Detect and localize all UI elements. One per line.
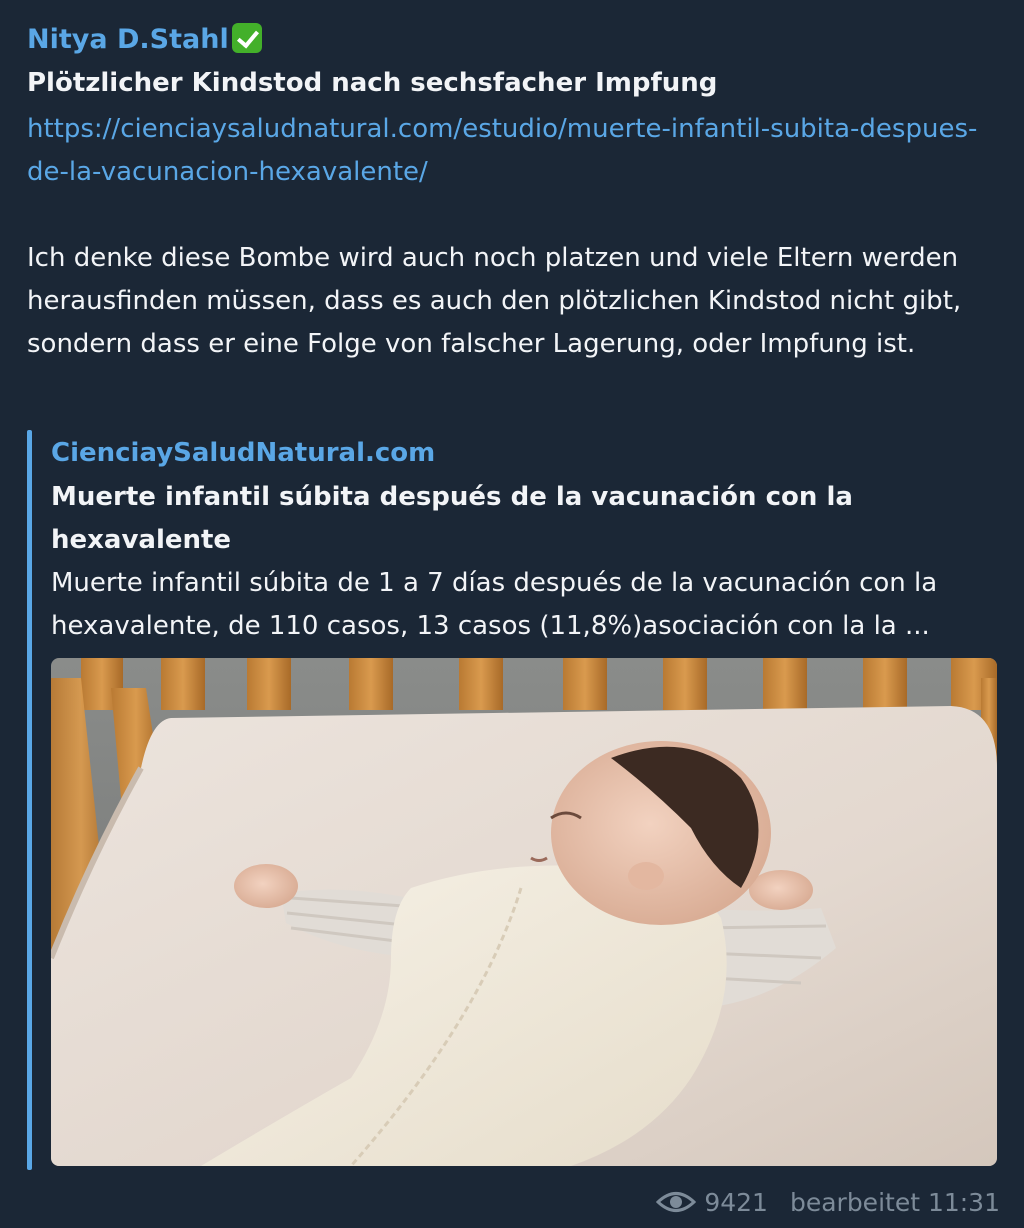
link-preview-accent-bar [27,430,32,1170]
view-count: 9421 [704,1187,768,1217]
message-title: Plötzlicher Kindstod nach sechsfacher Im… [27,68,718,98]
edited-timestamp: bearbeitet 11:31 [789,1187,1000,1217]
link-preview-description: Muerte infantil súbita de 1 a 7 días des… [51,568,938,641]
author-name[interactable]: Nitya D.Stahl [27,24,229,55]
message-body: Ich denke diese Bombe wird auch noch pla… [27,243,962,359]
message-bubble: Nitya D.Stahl Plötzlicher Kindstod nach … [0,0,1024,1228]
message-footer: 9421 bearbeitet 11:31 [656,1184,1000,1220]
link-preview-title: Muerte infantil súbita después de la vac… [51,482,853,555]
eye-icon [656,1192,697,1212]
link-preview-site-name[interactable]: CienciaySaludNatural.com [51,433,435,473]
message-link[interactable]: https://cienciaysaludnatural.com/estudio… [27,108,987,194]
verified-checkmark-icon [231,23,262,53]
link-preview-image[interactable] [51,658,997,1166]
author-line[interactable]: Nitya D.Stahl [27,22,262,58]
sleeping-baby-photo [51,658,997,1166]
